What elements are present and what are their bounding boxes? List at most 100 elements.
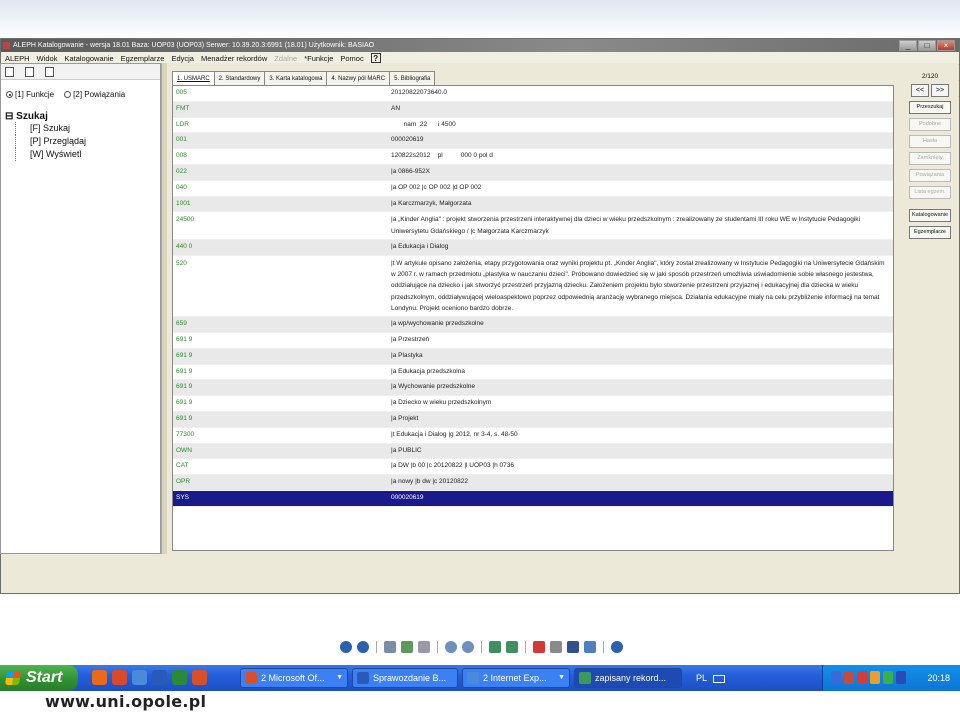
marc-tag: 659	[176, 320, 187, 328]
firefox-icon[interactable]	[92, 670, 107, 685]
minimize-button[interactable]: _	[899, 40, 917, 51]
action-button-1: Podobne	[909, 118, 951, 131]
zoom-in-icon[interactable]	[445, 641, 457, 653]
start-button[interactable]: Start	[0, 665, 78, 691]
slide-footer: www.uni.opole.pl	[0, 691, 960, 712]
marc-tag: 520	[176, 259, 187, 267]
help-icon[interactable]	[611, 641, 623, 653]
tray-network-icon[interactable]	[844, 671, 854, 684]
marc-field-row[interactable]: 440 0 |a Edukacja i Dialog	[173, 239, 893, 256]
taskbar-item-zapisany-rekord[interactable]: zapisany rekord...	[574, 668, 682, 688]
tray-update-icon[interactable]	[870, 671, 880, 684]
footer-url: www.uni.opole.pl	[45, 692, 207, 711]
tray-arrow-icon[interactable]	[831, 671, 841, 684]
marc-field-row[interactable]: OPR |a nowy |b dw |c 20120822	[173, 475, 893, 492]
marc-tag: 022	[176, 167, 187, 175]
marc-field-row[interactable]: 691 9 |a Plastyka	[173, 348, 893, 365]
marc-field-row[interactable]: 520 |t W artykule opisano założenia, etap…	[173, 256, 893, 318]
marc-field-row[interactable]: 691 9 |a Przestrzeń	[173, 333, 893, 349]
zoom-out-icon[interactable]	[462, 641, 474, 653]
previous-slide-icon[interactable]	[340, 641, 352, 653]
marc-field-row[interactable]: FMT AN	[173, 101, 893, 118]
word-icon[interactable]	[152, 670, 167, 685]
action-button-0[interactable]: Przeszukaj	[909, 101, 951, 114]
tray-bluetooth-icon[interactable]	[896, 671, 906, 684]
separator	[603, 641, 604, 653]
window-controls: _ □ ×	[899, 40, 955, 51]
marc-field-row[interactable]: 659 |a wp/wychowanie przedszkolne	[173, 317, 893, 334]
rotate-left-icon[interactable]	[489, 641, 501, 653]
edit-icon[interactable]	[584, 641, 596, 653]
rotate-right-icon[interactable]	[506, 641, 518, 653]
taskbar-item-office[interactable]: 2 Microsoft Of... ▼	[240, 668, 348, 688]
marc-field-row[interactable]: CAT |a DW |b 00 |c 20120822 |l UOP03 |h 0…	[173, 459, 893, 476]
previous-record-button[interactable]: <<	[911, 84, 929, 97]
marc-field-row[interactable]: SYS 000020619	[173, 491, 893, 507]
marc-field-row[interactable]: LDR nam 22 i 4500	[173, 118, 893, 134]
marc-field-row[interactable]: 691 9 |a Projekt	[173, 412, 893, 428]
slide-viewer-toolbar	[340, 638, 623, 656]
help-icon[interactable]: ?	[370, 53, 381, 63]
excel-icon[interactable]	[172, 670, 187, 685]
powerpoint-icon[interactable]	[192, 670, 207, 685]
marc-tag: 691 9	[176, 415, 193, 423]
marc-field-row[interactable]: 008 120822s2012 pl 000 0 pol d	[173, 149, 893, 165]
language-indicator[interactable]: PL	[696, 665, 726, 691]
opera-icon[interactable]	[112, 670, 127, 685]
katalogowanie-button[interactable]: Katalogowanie	[909, 209, 951, 222]
marc-field-row[interactable]: 040 |a OP 002 |c OP 002 |d OP 002	[173, 181, 893, 197]
binoculars-icon[interactable]	[45, 67, 54, 77]
marc-value: 000020619	[391, 136, 424, 144]
copy-icon[interactable]	[25, 67, 34, 77]
marc-tag: OWN	[176, 446, 192, 454]
tree-item-szukaj[interactable]: [F] Szukaj	[15, 122, 160, 135]
marc-tag: 691 9	[176, 383, 193, 391]
pin-icon[interactable]	[418, 641, 430, 653]
marc-field-row[interactable]: OWN |a PUBLIC	[173, 443, 893, 460]
ie-icon[interactable]	[132, 670, 147, 685]
tab-nazwy-pol-marc[interactable]: 4. Nazwy pól MARC	[326, 71, 391, 85]
radio-powiazania[interactable]: [2] Powiązania	[64, 90, 125, 99]
move-icon[interactable]	[401, 641, 413, 653]
marc-value: |a Projekt	[391, 415, 419, 423]
marc-field-row[interactable]: 691 9 |a Edukacja przedszkolna	[173, 365, 893, 381]
marc-field-row[interactable]: 005 20120822073640.0	[173, 86, 893, 102]
windows-logo-icon	[5, 671, 21, 685]
tree-item-przegladaj[interactable]: [P] Przeglądaj	[15, 135, 160, 148]
tab-karta-katalogowa[interactable]: 3. Karta katalogowa	[264, 71, 328, 85]
taskbar-item-sprawozdanie[interactable]: Sprawozdanie B...	[352, 668, 458, 688]
maximize-button[interactable]: □	[918, 40, 936, 51]
tab-bibliografia[interactable]: 5. Bibliografia	[389, 71, 436, 85]
taskbar-item-internet[interactable]: 2 Internet Exp... ▼	[462, 668, 570, 688]
record-counter: 2/120	[921, 73, 939, 80]
marc-value: |a DW |b 00 |c 20120822 |l UOP03 |h 0736	[391, 462, 514, 470]
marc-field-row[interactable]: 691 9 |a Wychowanie przedszkolne	[173, 380, 893, 397]
marc-field-row[interactable]: 001 000020619	[173, 133, 893, 150]
print-icon[interactable]	[550, 641, 562, 653]
radio-funkcje[interactable]: [1] Funkcje	[6, 90, 54, 99]
marc-field-row[interactable]: 022 |a 0866-952X	[173, 164, 893, 181]
marc-value: |a Dziecko w wieku przedszkolnym	[391, 399, 492, 407]
tree-item-wyswietl[interactable]: [W] Wyświetl	[15, 148, 160, 161]
next-slide-icon[interactable]	[357, 641, 369, 653]
marc-field-row[interactable]: 24500 |a „Kinder Anglia" : projekt stworz…	[173, 212, 893, 240]
collapse-icon[interactable]: ⊟	[5, 111, 16, 122]
save-icon[interactable]	[567, 641, 579, 653]
marc-tag: 001	[176, 136, 187, 144]
tab-usmarc[interactable]: 1. USMARC	[172, 71, 215, 85]
marc-field-row[interactable]: 77300 |t Edukacja i Dialog |g 2012, nr 3-…	[173, 428, 893, 444]
close-button[interactable]: ×	[937, 40, 955, 51]
tray-antivirus-icon[interactable]	[857, 671, 867, 684]
marc-tag: 691 9	[176, 336, 193, 344]
next-record-button[interactable]: >>	[931, 84, 949, 97]
egzemplarze-button[interactable]: Egzemplarze	[909, 226, 951, 239]
page-icon[interactable]	[5, 67, 14, 77]
fit-icon[interactable]	[384, 641, 396, 653]
delete-icon[interactable]	[533, 641, 545, 653]
marc-field-row[interactable]: 1001 |a Karczmarzyk, Małgorzata	[173, 196, 893, 213]
record-panel: 1. USMARC 2. Standardowy 3. Karta katalo…	[167, 63, 902, 554]
marc-field-row[interactable]: 691 9 |a Dziecko w wieku przedszkolnym	[173, 396, 893, 413]
tree-root[interactable]: ⊟ Szukaj	[5, 111, 160, 122]
tab-standardowy[interactable]: 2. Standardowy	[213, 71, 266, 85]
tray-status-icon[interactable]	[883, 671, 893, 684]
